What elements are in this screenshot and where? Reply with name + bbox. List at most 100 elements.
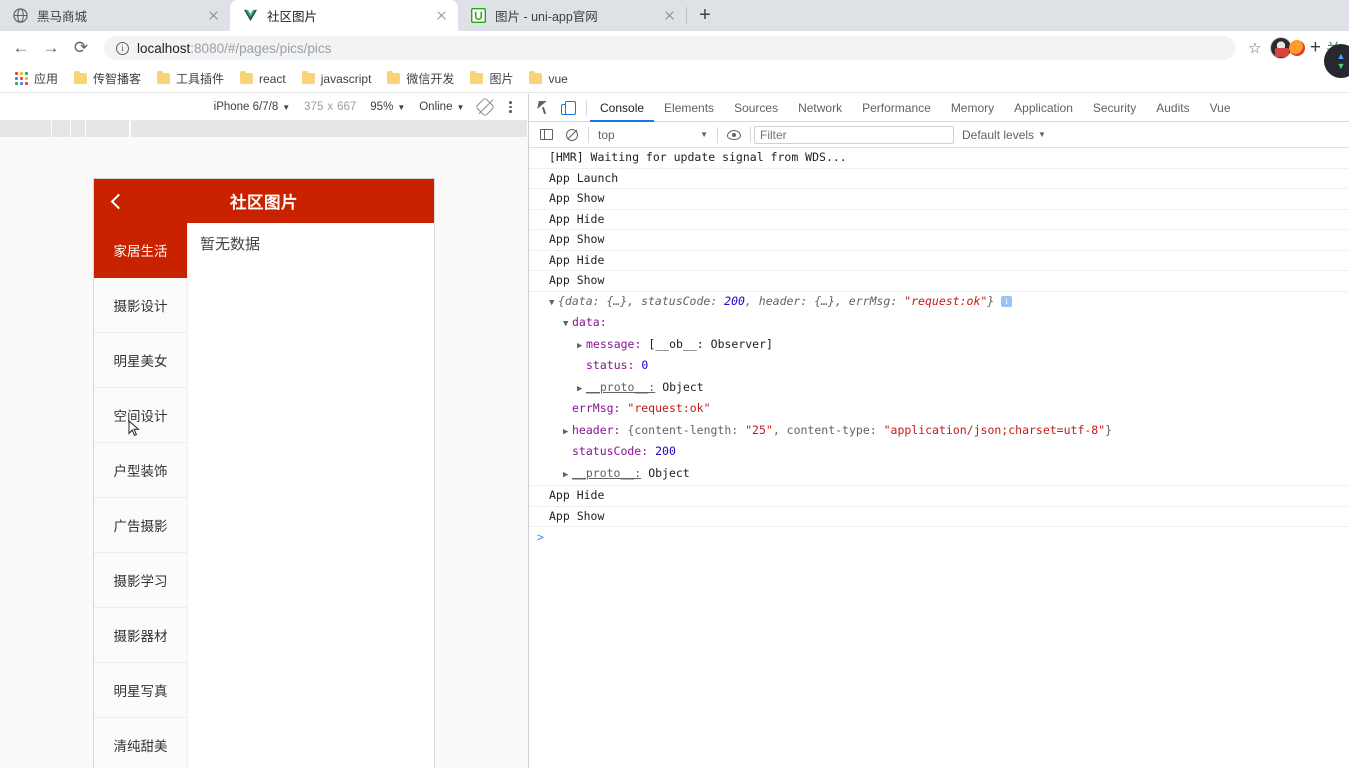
tab-memory[interactable]: Memory (941, 94, 1004, 122)
info-badge-icon[interactable]: i (1001, 295, 1013, 307)
header-close: } (1105, 422, 1113, 437)
log-levels-select[interactable]: Default levels ▼ (954, 128, 1054, 142)
object-status-row: status: 0 (549, 356, 1349, 378)
live-expression-icon (727, 129, 741, 140)
category-sidebar[interactable]: 家居生活 摄影设计 明星美女 空间设计 户型装饰 广告摄影 摄影学习 摄影器材 … (94, 223, 187, 768)
bookmark-label: react (259, 71, 286, 86)
sidebar-item-home-life[interactable]: 家居生活 (94, 223, 187, 278)
device-width-input[interactable]: 375 (304, 101, 323, 113)
tab-audits[interactable]: Audits (1146, 94, 1199, 122)
expand-triangle-icon[interactable]: ▼ (563, 315, 572, 335)
browser-tab-2[interactable]: 社区图片 (230, 0, 458, 31)
console-filter-bar: top ▼ Default levels ▼ (529, 122, 1349, 148)
bookmark-item-2[interactable]: 工具插件 (150, 67, 231, 90)
sidebar-item-house-decor[interactable]: 户型装饰 (94, 443, 187, 498)
no-triangle-spacer (563, 401, 572, 421)
live-expression-button[interactable] (721, 122, 747, 148)
tab-sources[interactable]: Sources (724, 94, 788, 122)
bookmark-item-6[interactable]: 图片 (463, 67, 520, 90)
object-summary[interactable]: ▼ {data: {…}, statusCode: 200, header: {…… (549, 292, 1349, 314)
console-object-log[interactable]: ▼ {data: {…}, statusCode: 200, header: {…… (529, 292, 1349, 486)
browser-tab-1[interactable]: 黑马商城 (0, 0, 230, 31)
object-statuscode-row: statusCode: 200 (549, 442, 1349, 464)
tab-network[interactable]: Network (788, 94, 852, 122)
bookmark-item-7[interactable]: vue (522, 69, 574, 89)
sidebar-item-ad-photo[interactable]: 广告摄影 (94, 498, 187, 553)
extension-icon[interactable] (1288, 40, 1305, 56)
folder-icon (157, 70, 171, 84)
bookmark-item-1[interactable]: 传智播客 (67, 67, 148, 90)
sidebar-toggle-button[interactable] (533, 122, 559, 148)
close-icon[interactable] (205, 7, 222, 24)
chevron-left-icon[interactable] (94, 193, 138, 209)
info-icon[interactable]: i (116, 41, 129, 55)
console-message: App Hide (529, 486, 1349, 507)
browser-tab-3[interactable]: 图片 - uni-app官网 (458, 0, 686, 31)
bookmark-apps[interactable]: 应用 (8, 67, 65, 90)
proto-value: Object (662, 379, 704, 394)
sidebar-item-space-design[interactable]: 空间设计 (94, 388, 187, 443)
console-message: App Show (529, 271, 1349, 292)
sidebar-item-pure-sweet[interactable]: 清纯甜美 (94, 718, 187, 768)
expand-triangle-icon[interactable]: ▼ (549, 294, 558, 314)
sidebar-item-star-beauty[interactable]: 明星美女 (94, 333, 187, 388)
url-path: :8080/#/pages/pics/pics (190, 40, 332, 56)
sidebar-item-photo-study[interactable]: 摄影学习 (94, 553, 187, 608)
rotate-button[interactable] (471, 97, 499, 117)
back-icon[interactable]: ← (6, 33, 36, 63)
message-value: [__ob__: Observer] (648, 336, 773, 351)
clear-console-button[interactable] (559, 122, 585, 148)
close-icon[interactable] (661, 7, 678, 24)
bookmark-item-5[interactable]: 微信开发 (380, 67, 461, 90)
tab-vue[interactable]: Vue (1200, 94, 1241, 122)
console-output[interactable]: [HMR] Waiting for update signal from WDS… (529, 148, 1349, 768)
throttling-select[interactable]: Online ▼ (412, 101, 471, 113)
object-header-row[interactable]: ▶ header: {content-length: "25", content-… (549, 421, 1349, 443)
reload-icon[interactable]: ⟳ (66, 33, 96, 63)
sidebar-item-photo-gear[interactable]: 摄影器材 (94, 608, 187, 663)
tab-security[interactable]: Security (1083, 94, 1146, 122)
zoom-select[interactable]: 95% ▼ (363, 101, 412, 113)
sidebar-item-star-portrait[interactable]: 明星写真 (94, 663, 187, 718)
collapse-triangle-icon[interactable]: ▶ (563, 423, 572, 443)
console-message: App Hide (529, 210, 1349, 230)
bookmark-star-icon[interactable]: ☆ (1242, 39, 1268, 57)
context-value: top (598, 127, 615, 142)
tab-application[interactable]: Application (1004, 94, 1083, 122)
zoom-level: 95% (370, 101, 394, 113)
device-dimensions: 375 x 667 (297, 101, 363, 113)
console-message: App Show (529, 189, 1349, 210)
empty-state-text: 暂无数据 (200, 236, 261, 253)
forward-icon[interactable]: → (36, 33, 66, 63)
collapse-triangle-icon[interactable]: ▶ (563, 466, 572, 486)
collapse-triangle-icon[interactable]: ▶ (577, 337, 586, 357)
device-height-input[interactable]: 667 (337, 101, 356, 113)
object-proto2-row[interactable]: ▶ __proto__: Object (549, 464, 1349, 486)
tab-elements[interactable]: Elements (654, 94, 724, 122)
console-prompt[interactable]: > (529, 527, 1349, 547)
kebab-menu-icon[interactable] (499, 100, 522, 114)
object-data-node[interactable]: ▼ data: (549, 313, 1349, 335)
execution-context-select[interactable]: top ▼ (592, 128, 714, 142)
devtools-pane: Console Elements Sources Network Perform… (528, 94, 1349, 768)
tab-console[interactable]: Console (590, 94, 654, 122)
close-icon[interactable] (433, 7, 450, 24)
plus-icon[interactable]: + (1307, 37, 1324, 59)
summary-status: 200 (724, 293, 745, 308)
inspect-element-button[interactable] (531, 95, 557, 121)
bookmark-item-3[interactable]: react (233, 69, 293, 89)
device-ruler (0, 121, 528, 137)
bookmark-item-4[interactable]: javascript (295, 69, 379, 89)
object-proto-row[interactable]: ▶ __proto__: Object (549, 378, 1349, 400)
toggle-device-toolbar-button[interactable] (557, 95, 583, 121)
network-status: Online (419, 101, 453, 113)
tab-performance[interactable]: Performance (852, 94, 941, 122)
chevron-down-icon: ▼ (282, 102, 291, 112)
address-bar[interactable]: i localhost:8080/#/pages/pics/pics (104, 36, 1236, 60)
filter-input[interactable] (754, 125, 954, 144)
device-select[interactable]: iPhone 6/7/8 ▼ (207, 101, 298, 113)
new-tab-button[interactable]: + (691, 1, 719, 29)
sidebar-item-photo-design[interactable]: 摄影设计 (94, 278, 187, 333)
object-message-row[interactable]: ▶ message: [__ob__: Observer] (549, 335, 1349, 357)
collapse-triangle-icon[interactable]: ▶ (577, 380, 586, 400)
